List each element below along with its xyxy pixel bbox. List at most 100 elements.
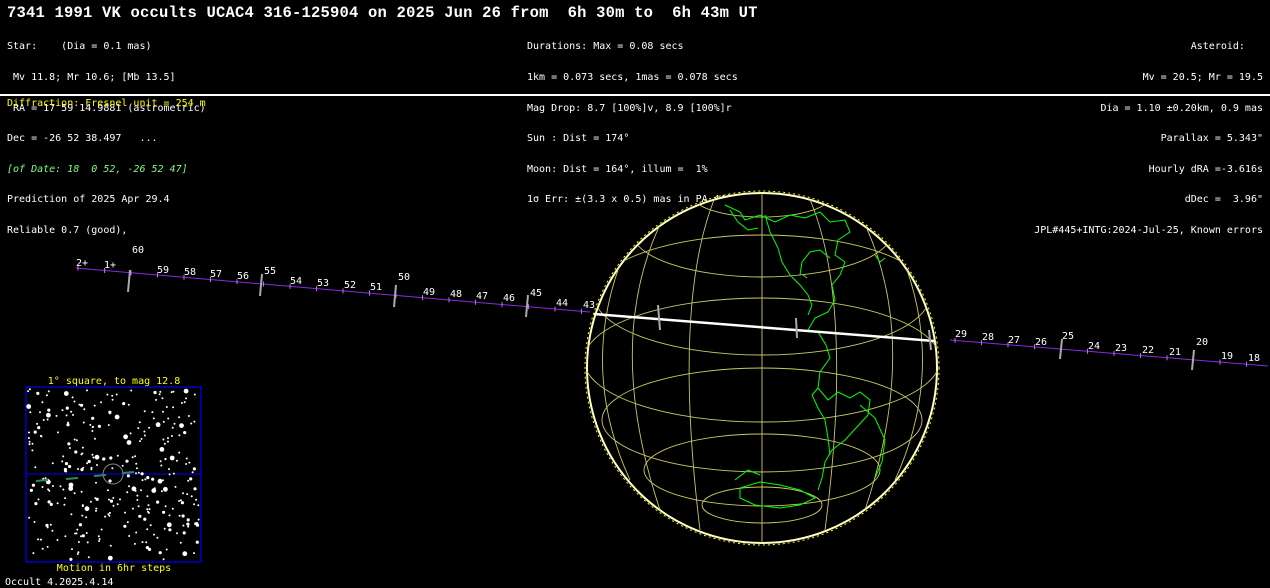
inset-star <box>131 456 134 459</box>
inset-star <box>77 541 80 543</box>
inset-star <box>168 528 172 532</box>
inset-star <box>187 415 190 417</box>
track-time-label: 19 <box>1221 351 1233 362</box>
inset-star <box>197 518 200 521</box>
inset-star <box>46 394 48 397</box>
inset-star <box>126 474 130 478</box>
inset-star <box>125 459 129 463</box>
track-time-label: 29 <box>955 329 967 340</box>
inset-star <box>151 477 155 481</box>
inset-star <box>108 498 110 501</box>
inset-star <box>45 523 49 528</box>
inset-star <box>152 417 155 420</box>
inset-star <box>92 456 95 459</box>
inset-star <box>56 539 59 541</box>
inset-star <box>72 413 74 416</box>
inset-star <box>97 535 100 538</box>
inset-star <box>146 528 149 531</box>
inset-star <box>41 401 44 404</box>
inset-star <box>91 426 94 429</box>
track-time-label: 58 <box>184 267 196 278</box>
inset-star <box>109 456 113 460</box>
path-tick <box>795 317 798 339</box>
inset-star <box>146 476 150 480</box>
inset-star <box>95 481 97 484</box>
inset-star <box>155 398 158 401</box>
inset-star <box>33 430 37 434</box>
inset-star <box>81 514 84 517</box>
inset-star <box>159 390 162 393</box>
inset-star <box>158 551 162 555</box>
inset-star <box>68 464 72 469</box>
inset-star <box>69 557 73 561</box>
track-time-label: 23 <box>1115 343 1127 354</box>
inset-star <box>82 466 85 469</box>
inset-star <box>85 516 88 519</box>
track-time-label: 25 <box>1062 331 1074 342</box>
inset-star <box>28 440 31 443</box>
inset-star <box>166 522 172 528</box>
track-major-tick <box>127 269 131 293</box>
inset-star <box>68 447 71 449</box>
inset-star <box>171 507 174 510</box>
inset-star <box>148 508 151 511</box>
inset-star <box>178 451 181 454</box>
track-major-tick <box>1191 349 1195 371</box>
inset-star <box>155 422 161 428</box>
inset-star <box>135 531 138 534</box>
inset-star <box>27 390 30 393</box>
inset-star <box>193 393 196 396</box>
inset-star <box>51 529 54 532</box>
inset-star <box>194 522 198 526</box>
inset-star <box>171 426 174 429</box>
inset-star <box>179 541 182 544</box>
inset-star <box>48 489 51 492</box>
inset-star <box>77 468 79 470</box>
inset-star <box>162 438 165 441</box>
inset-star <box>137 505 140 508</box>
track-time-label: 45 <box>530 288 542 299</box>
inset-star <box>81 534 85 538</box>
inset-star <box>31 449 34 452</box>
inset-star <box>186 518 190 522</box>
track-time-label: 55 <box>264 266 276 277</box>
inset-star <box>52 485 54 487</box>
inset-star <box>159 447 165 452</box>
inset-star <box>179 499 182 502</box>
inset-star <box>73 400 76 403</box>
inset-star <box>180 402 183 404</box>
track-time-label: 1+ <box>104 260 116 271</box>
inset-star <box>178 514 181 517</box>
inset-star <box>140 437 143 440</box>
star-field-inset <box>25 386 202 563</box>
inset-star <box>65 414 68 417</box>
inset-star <box>74 450 78 454</box>
inset-star <box>183 532 186 535</box>
inset-star <box>29 488 33 492</box>
inset-star <box>34 466 37 469</box>
inset-star <box>76 528 79 531</box>
inset-star <box>86 462 89 465</box>
inset-star <box>108 479 112 483</box>
inset-star <box>65 406 69 410</box>
inset-star <box>141 479 144 482</box>
inset-star <box>39 434 42 437</box>
inset-star <box>95 497 99 501</box>
inset-star <box>190 495 193 498</box>
inset-star <box>68 482 74 488</box>
inset-star <box>78 523 82 527</box>
inset-star <box>193 420 196 423</box>
inset-star <box>61 460 64 463</box>
track-time-label: 57 <box>210 269 222 280</box>
inset-star <box>138 421 141 424</box>
inset-star <box>70 410 73 413</box>
inset-star <box>75 439 78 442</box>
track-major-tick <box>259 273 263 297</box>
inset-star <box>27 437 30 439</box>
inset-star <box>186 493 189 496</box>
inset-star <box>47 390 50 393</box>
inset-star <box>57 431 59 434</box>
track-time-label: 22 <box>1142 345 1154 356</box>
inset-star <box>67 421 70 424</box>
inset-star <box>112 504 115 507</box>
